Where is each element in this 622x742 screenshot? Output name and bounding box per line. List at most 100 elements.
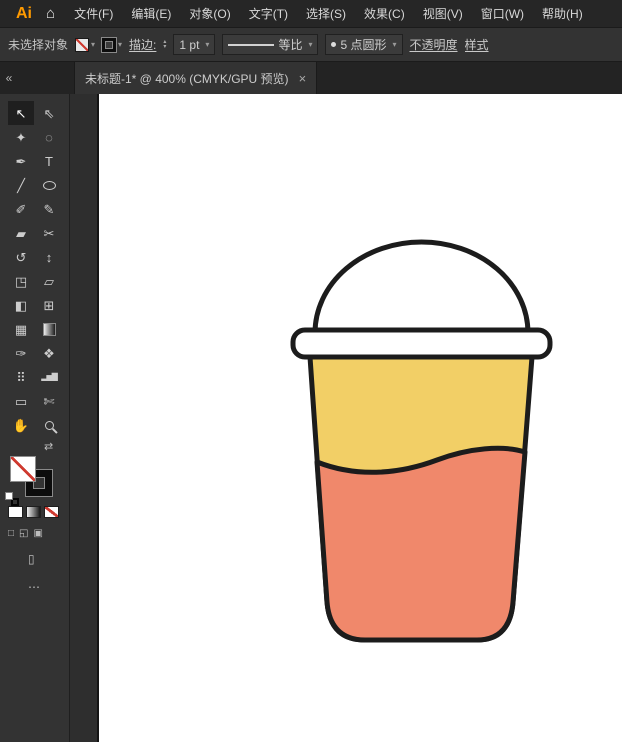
scale-icon: ◳ [15,275,27,288]
blend-icon: ❖ [43,347,55,360]
default-fill-icon [5,492,13,500]
lasso-tool[interactable]: ◌ [36,125,62,149]
hand-tool[interactable]: ✋ [8,413,34,437]
color-button[interactable] [8,506,23,518]
column-graph-icon: ▂▅▇ [41,373,56,381]
type-icon: T [45,155,53,168]
hand-icon: ✋ [13,419,29,432]
chevron-down-icon: ▾ [203,40,209,49]
stroke-weight-stepper[interactable]: ▴▾ [163,40,166,50]
blend-tool[interactable]: ❖ [36,341,62,365]
brush-dropdown[interactable]: 5 点圆形 ▾ [325,34,402,55]
direct-selection-tool[interactable]: ⇖ [36,101,62,125]
scissors-tool[interactable]: ✂ [36,221,62,245]
scissors-icon: ✂ [44,227,55,240]
swap-fill-stroke-icon[interactable]: ⇄ [44,440,53,453]
none-button[interactable] [44,506,59,518]
cup-illustration [99,94,622,742]
home-icon[interactable]: ⌂ [40,5,65,22]
gradient-button[interactable] [26,506,41,518]
canvas-area [70,94,622,742]
width-tool[interactable]: ↕ [36,245,62,269]
draw-inside-icon[interactable]: ▣ [34,528,43,539]
selection-icon: ↖ [16,107,27,120]
eraser-icon: ▰ [16,227,26,240]
mesh-tool[interactable]: ▦ [8,317,34,341]
perspective-grid-icon: ⊞ [44,299,55,312]
gradient-tool[interactable] [36,317,62,341]
line-segment-tool[interactable]: ╱ [8,173,34,197]
menu-item-select[interactable]: 选择(S) [297,0,355,27]
collapse-panel-icon[interactable]: « [0,62,18,94]
type-tool[interactable]: T [36,149,62,173]
column-graph-tool[interactable]: ▂▅▇ [36,365,62,389]
pencil-tool[interactable]: ✎ [36,197,62,221]
menu-item-object[interactable]: 对象(O) [180,0,239,27]
profile-label: 等比 [278,36,302,53]
menu-item-type[interactable]: 文字(T) [240,0,297,27]
paint-buttons [8,506,59,518]
artboard[interactable] [97,94,622,742]
menu-item-view[interactable]: 视图(V) [414,0,472,27]
brush-dot-icon [331,42,336,47]
paintbrush-tool[interactable]: ✐ [8,197,34,221]
stroke-panel-link[interactable]: 描边: [129,36,156,53]
artboard-tool[interactable]: ▭ [8,389,34,413]
cup-body-lower[interactable] [317,448,525,640]
close-tab-icon[interactable]: × [299,71,307,86]
default-fill-stroke-icon[interactable] [5,492,21,507]
stroke-weight-dropdown[interactable]: 1 pt ▾ [173,34,215,55]
menu-item-help[interactable]: 帮助(H) [533,0,592,27]
cup-lid-rim[interactable] [293,330,550,357]
opacity-link[interactable]: 不透明度 [410,36,458,53]
fill-color-control[interactable]: ▾ [75,38,95,52]
menu-bar: Ai ⌂ 文件(F)编辑(E)对象(O)文字(T)选择(S)效果(C)视图(V)… [0,0,622,28]
chevron-down-icon: ▾ [89,40,95,49]
toolbar-overflow-icon[interactable]: ⋯ [28,580,40,594]
scale-tool[interactable]: ◳ [8,269,34,293]
pasteboard[interactable] [70,94,97,742]
fill-swatch[interactable] [10,456,36,482]
style-link[interactable]: 样式 [465,36,489,53]
cup-lid-dome[interactable] [315,242,528,333]
free-transform-tool[interactable]: ▱ [36,269,62,293]
ellipse-tool[interactable] [36,173,62,197]
magic-wand-tool[interactable]: ✦ [8,125,34,149]
direct-selection-icon: ⇖ [44,107,55,120]
chevron-down-icon: ▾ [116,40,122,49]
pen-icon: ✒ [16,155,27,168]
document-tab-strip: « 未标题-1* @ 400% (CMYK/GPU 预览) × [0,62,622,94]
pen-tool[interactable]: ✒ [8,149,34,173]
menu-item-window[interactable]: 窗口(W) [472,0,533,27]
rotate-tool[interactable]: ↺ [8,245,34,269]
stroke-color-control[interactable]: ▾ [102,38,122,52]
draw-normal-icon[interactable]: □ [8,528,14,539]
eyedropper-tool[interactable]: ✑ [8,341,34,365]
pencil-icon: ✎ [44,203,55,216]
screen-mode-icon[interactable]: ▯ [28,552,35,566]
width-profile-dropdown[interactable]: 等比 ▾ [222,34,318,55]
menu-item-file[interactable]: 文件(F) [65,0,122,27]
menu-items: 文件(F)编辑(E)对象(O)文字(T)选择(S)效果(C)视图(V)窗口(W)… [65,0,592,27]
eraser-tool[interactable]: ▰ [8,221,34,245]
profile-line-icon [228,44,274,46]
mesh-icon: ▦ [15,323,27,336]
slice-tool[interactable]: ✄ [36,389,62,413]
width-icon: ↕ [46,251,53,264]
magic-wand-icon: ✦ [16,131,27,144]
zoom-tool[interactable] [36,413,62,437]
symbol-sprayer-icon: ⠿ [16,371,26,384]
menu-item-effect[interactable]: 效果(C) [355,0,414,27]
rotate-icon: ↺ [16,251,27,264]
menu-item-edit[interactable]: 编辑(E) [122,0,180,27]
control-bar: 未选择对象 ▾ ▾ 描边: ▴▾ 1 pt ▾ 等比 ▾ 5 点圆形 ▾ 不透明… [0,28,622,62]
paintbrush-icon: ✐ [16,203,27,216]
draw-behind-icon[interactable]: ◱ [19,528,28,539]
document-tab[interactable]: 未标题-1* @ 400% (CMYK/GPU 预览) × [74,62,317,94]
shape-builder-tool[interactable]: ◧ [8,293,34,317]
tool-grid: ↖ ⇖ ✦ ◌ ✒ T ╱ ✐ ✎ ▰ ✂ ↺ ↕ ◳ ▱◧ ⊞ ▦ ✑ ❖ ⠿ ▂▅▇ ▭✄ ✋ [8,101,62,437]
eyedropper-icon: ✑ [16,347,27,360]
perspective-grid-tool[interactable]: ⊞ [36,293,62,317]
symbol-sprayer-tool[interactable]: ⠿ [8,365,34,389]
selection-tool[interactable]: ↖ [8,101,34,125]
